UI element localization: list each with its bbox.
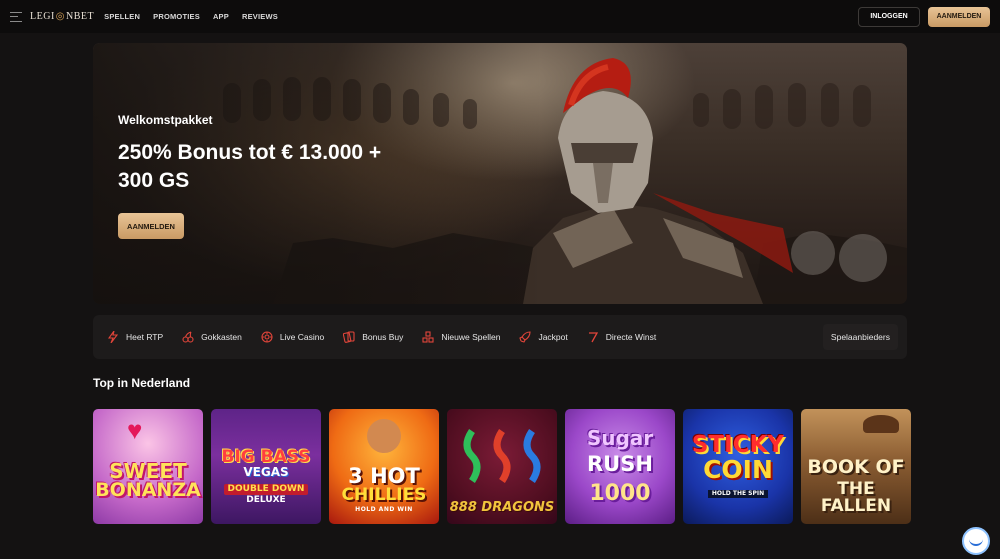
- flash-icon: [107, 331, 119, 343]
- category-bonus-buy[interactable]: Bonus Buy: [343, 331, 403, 343]
- hero-subtitle: Welkomstpakket: [118, 113, 213, 127]
- game-title-line: 1000: [589, 481, 651, 506]
- game-tile-sweet-bonanza[interactable]: ♥ SWEET BONANZA: [93, 409, 203, 524]
- register-button[interactable]: AANMELDEN: [928, 6, 990, 27]
- providers-button[interactable]: Spelaanbieders: [822, 324, 898, 350]
- game-title-line: 888 DRAGONS: [449, 500, 555, 515]
- cards-icon: [343, 331, 355, 343]
- category-gokkasten[interactable]: Gokkasten: [182, 331, 242, 343]
- game-title-line: SWEET: [109, 459, 187, 483]
- game-title-line: HOLD AND WIN: [355, 506, 413, 513]
- legionbet-logo[interactable]: LEGI ◎ NBET: [30, 11, 94, 22]
- game-title-line: Sugar: [586, 426, 654, 450]
- nav-app[interactable]: APP: [213, 12, 229, 21]
- category-label: Gokkasten: [201, 332, 242, 342]
- category-heet-rtp[interactable]: Heet RTP: [107, 331, 163, 343]
- top-header: LEGI ◎ NBET SPELLEN PROMOTIES APP REVIEW…: [0, 0, 1000, 33]
- game-tile-book-of-the-fallen[interactable]: BOOK OF THE FALLEN: [801, 409, 911, 524]
- game-tile-big-bass-vegas[interactable]: BIG BASS VEGAS DOUBLE DOWN DELUXE: [211, 409, 321, 524]
- game-title-line: RUSH: [587, 452, 653, 476]
- logo-text-left: LEGI: [30, 11, 55, 22]
- game-title-line: BOOK OF: [807, 456, 905, 478]
- hero-register-button[interactable]: AANMELDEN: [118, 213, 184, 239]
- game-title-line: DOUBLE DOWN: [223, 483, 309, 495]
- game-title-line: CHILLIES: [341, 485, 427, 505]
- category-label: Live Casino: [279, 332, 325, 342]
- category-label: Heet RTP: [126, 332, 164, 342]
- hero-title: 250% Bonus tot € 13.000 + 300 GS: [118, 141, 382, 192]
- category-label: Nieuwe Spellen: [441, 332, 501, 342]
- category-label: Directe Winst: [605, 332, 657, 342]
- game-title-line: HOLD THE SPIN: [707, 489, 769, 498]
- game-list: ♥ SWEET BONANZA BIG BASS VEGAS DOUBLE DO…: [93, 409, 911, 524]
- category-live-casino[interactable]: Live Casino: [261, 331, 324, 343]
- game-tile-888-dragons[interactable]: 888 DRAGONS: [447, 409, 557, 524]
- cowboy-hat-icon: [863, 415, 899, 433]
- heart-icon: ♥: [127, 415, 143, 445]
- category-directe-winst[interactable]: Directe Winst: [587, 331, 657, 343]
- dragons-icon: [463, 429, 541, 483]
- seven-icon: [587, 331, 599, 343]
- hero-content: Welkomstpakket 250% Bonus tot € 13.000 +…: [118, 113, 398, 239]
- game-tile-sticky-coin[interactable]: STICKY COIN HOLD THE SPIN: [683, 409, 793, 524]
- nav-spellen[interactable]: SPELLEN: [104, 12, 140, 21]
- logo-helmet-mark: ◎: [55, 11, 66, 22]
- game-tile-sugar-rush-1000[interactable]: Sugar RUSH 1000: [565, 409, 675, 524]
- rocket-icon: [519, 331, 531, 343]
- cherries-icon: [182, 331, 194, 343]
- game-title-line: VEGAS: [243, 464, 289, 479]
- category-label: Jackpot: [538, 332, 568, 342]
- category-jackpot[interactable]: Jackpot: [519, 331, 568, 343]
- mascot-face-icon: [367, 419, 401, 453]
- chat-support-icon[interactable]: [962, 527, 990, 555]
- game-title-line: COIN: [703, 454, 773, 484]
- game-title-line: BIG BASS: [221, 446, 311, 467]
- login-button[interactable]: INLOGGEN: [858, 6, 920, 27]
- game-title-line: STICKY: [691, 431, 785, 458]
- category-nieuwe-spellen[interactable]: Nieuwe Spellen: [422, 331, 500, 343]
- game-tile-3-hot-chillies[interactable]: 3 HOT CHILLIES HOLD AND WIN: [329, 409, 439, 524]
- chip-icon: [261, 331, 273, 343]
- category-bar: Heet RTP Gokkasten Live Casino Bonus Buy…: [93, 315, 907, 359]
- category-label: Bonus Buy: [362, 332, 404, 342]
- section-title-top-nl: Top in Nederland: [93, 376, 191, 390]
- logo-text-right: NBET: [66, 11, 95, 22]
- hero-banner[interactable]: Welkomstpakket 250% Bonus tot € 13.000 +…: [93, 43, 907, 304]
- nav-promoties[interactable]: PROMOTIES: [153, 12, 200, 21]
- main-nav: SPELLEN PROMOTIES APP REVIEWS: [104, 12, 278, 21]
- game-title-line: THE FALLEN: [820, 479, 892, 516]
- game-title-line: BONANZA: [95, 479, 201, 501]
- game-title-line: 3 HOT: [348, 464, 420, 488]
- nav-reviews[interactable]: REVIEWS: [242, 12, 278, 21]
- game-title-line: DELUXE: [246, 494, 286, 505]
- hamburger-menu-icon[interactable]: [10, 11, 22, 22]
- blocks-icon: [422, 331, 434, 343]
